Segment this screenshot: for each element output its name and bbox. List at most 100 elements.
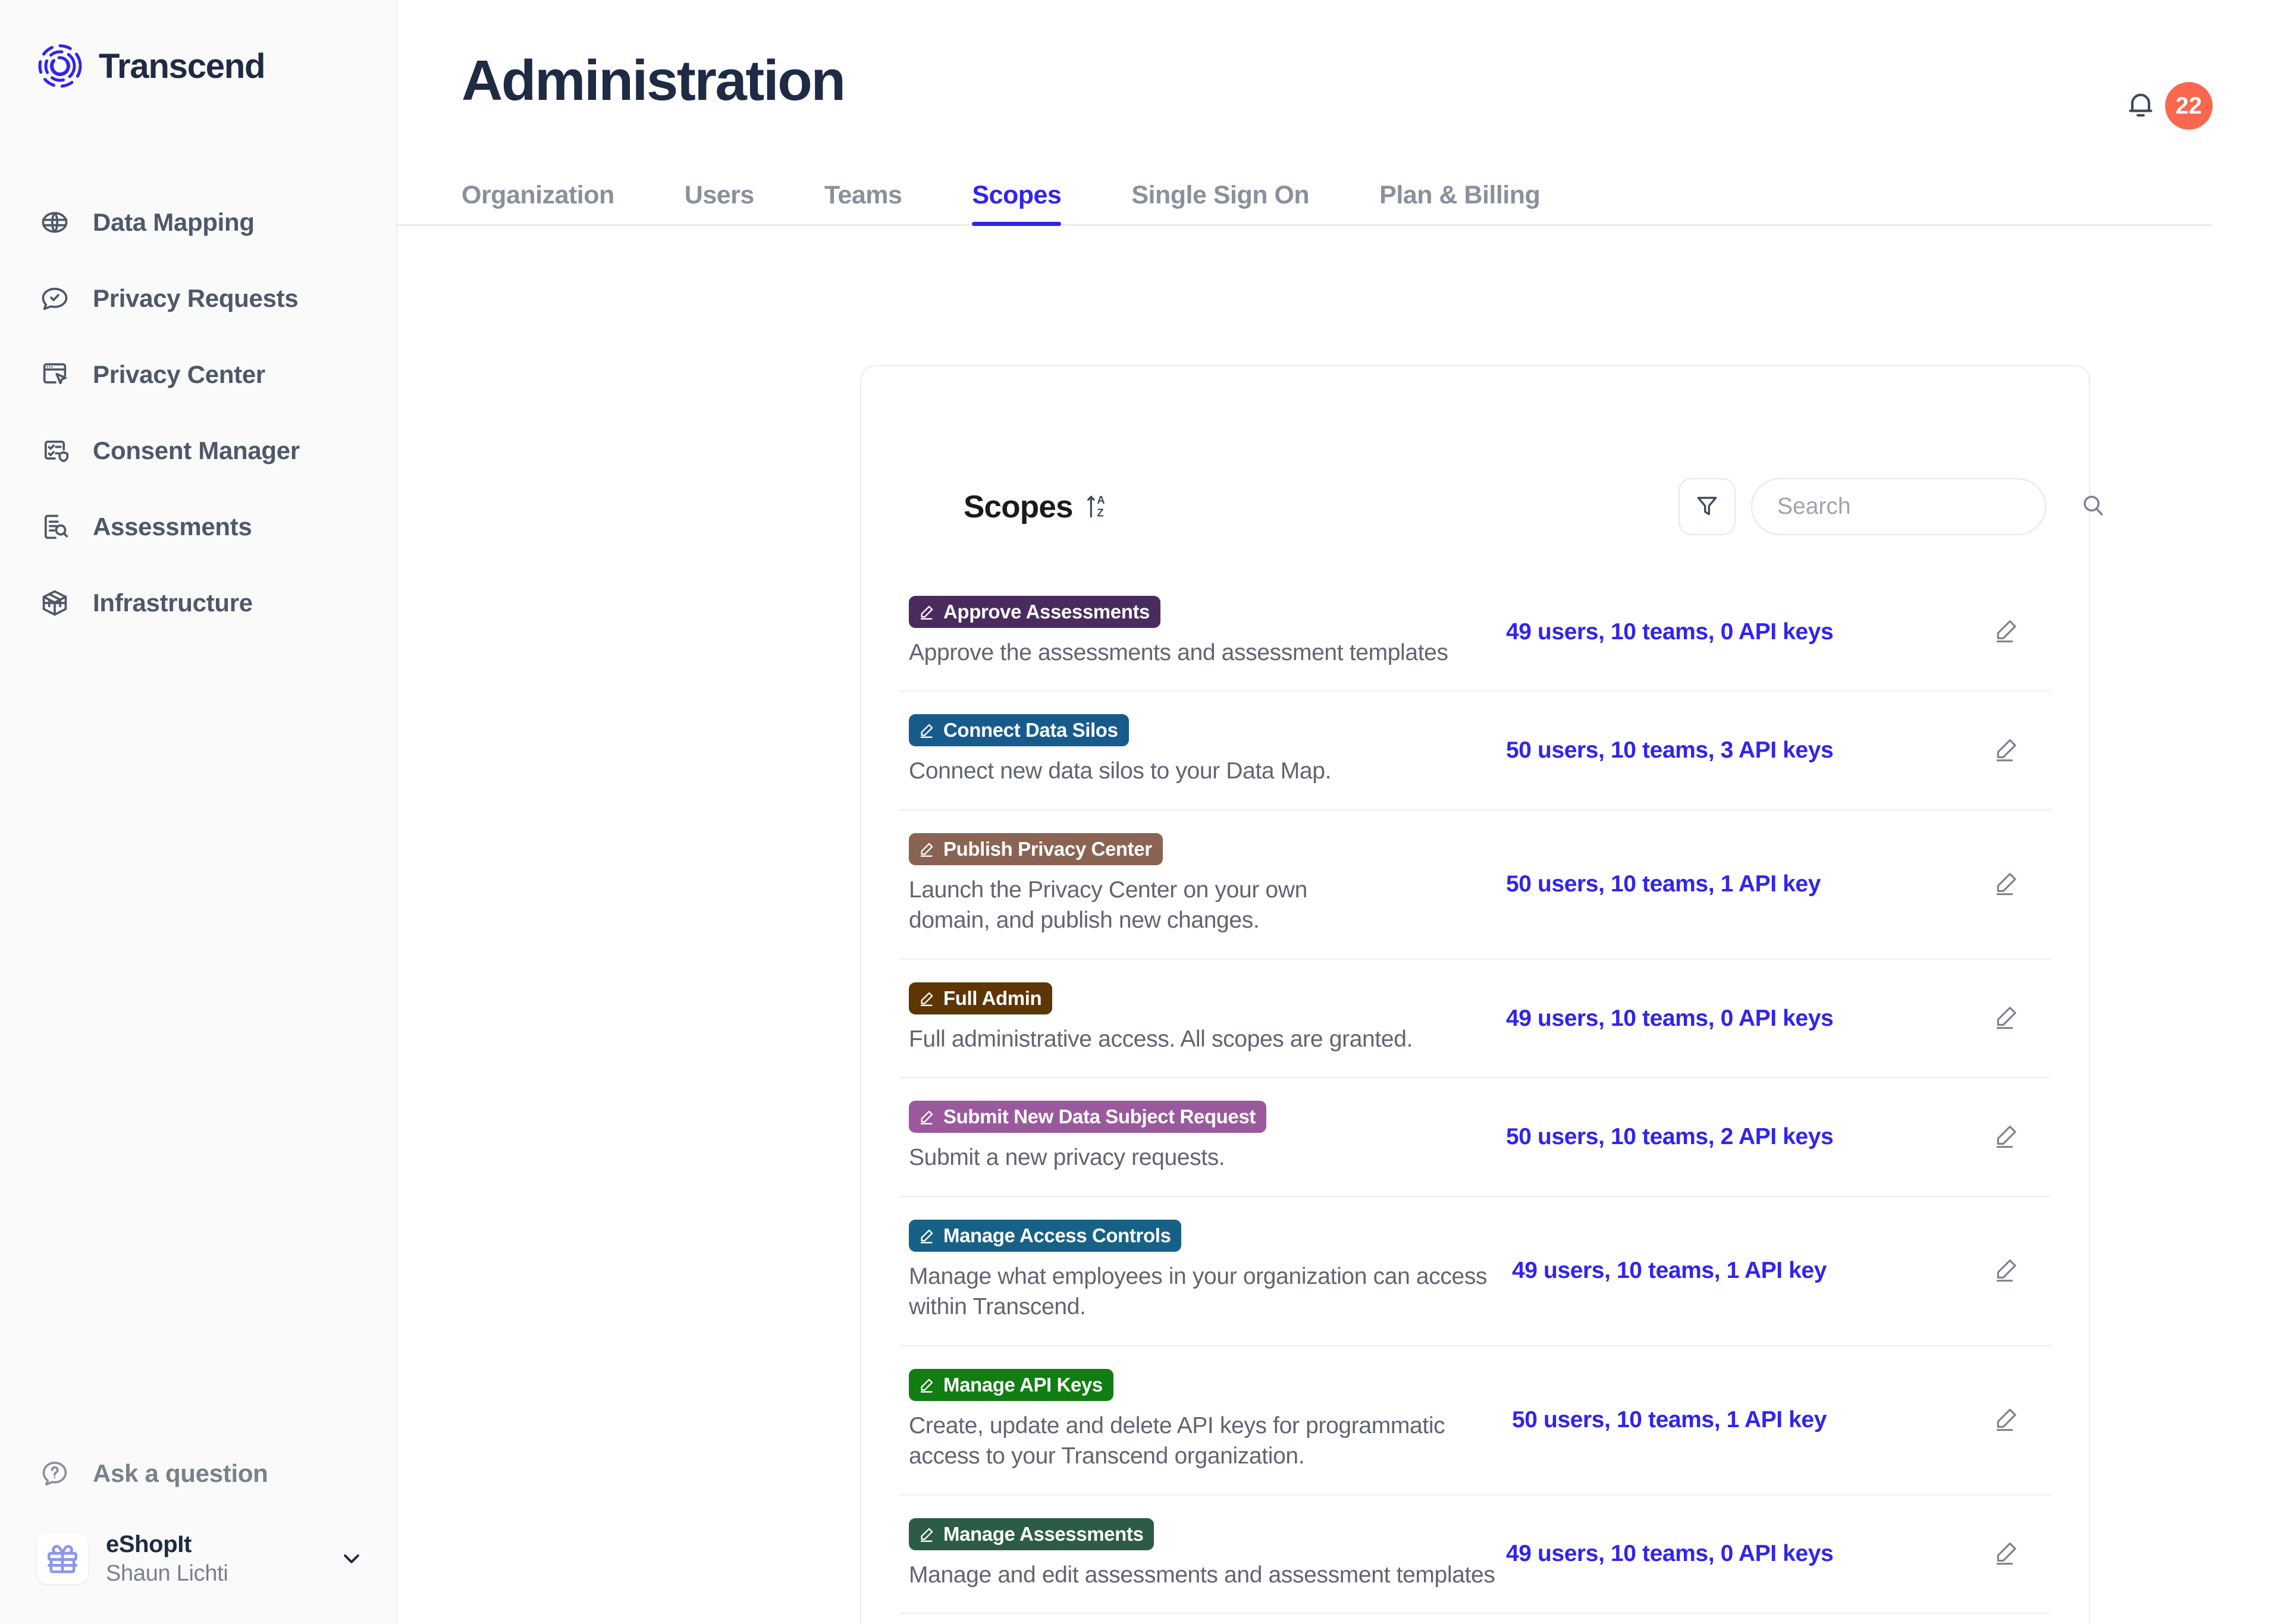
scope-description: Submit a new privacy requests.	[909, 1142, 1498, 1173]
sort-alpha-asc-icon[interactable]: A Z	[1086, 491, 1112, 522]
scope-info: Connect Data Silos Connect new data silo…	[899, 692, 1500, 809]
sidebar-item-label: Privacy Requests	[93, 284, 298, 313]
sidebar-item-privacy-center[interactable]: Privacy Center	[0, 337, 396, 413]
edit-scope-button[interactable]	[1962, 1406, 2051, 1435]
scope-users: 49 users	[1506, 1006, 1598, 1031]
scope-teams: 10 teams	[1611, 737, 1708, 763]
scope-badge[interactable]: Submit New Data Subject Request	[909, 1101, 1266, 1133]
scope-api-keys: 0 API keys	[1721, 619, 1834, 645]
scope-badge-label: Manage Assessments	[943, 1523, 1143, 1546]
edit-scope-button[interactable]	[1962, 1004, 2051, 1033]
scope-badge[interactable]: Connect Data Silos	[909, 714, 1129, 746]
notification-count-badge: 22	[2165, 82, 2213, 130]
search-icon[interactable]	[2080, 492, 2106, 522]
sidebar-item-label: Consent Manager	[93, 436, 300, 465]
table-row[interactable]: Manage API Keys Create, update and delet…	[899, 1345, 2051, 1494]
scope-description: Manage and edit assessments and assessme…	[909, 1560, 1498, 1590]
account-switcher[interactable]: eShopIt Shaun Lichti	[0, 1512, 396, 1624]
search-input[interactable]	[1777, 494, 2080, 520]
browser-cursor-icon	[37, 357, 73, 392]
table-row[interactable]: Publish Privacy Center Launch the Privac…	[899, 809, 2051, 959]
sidebar-item-infrastructure[interactable]: Infrastructure	[0, 565, 396, 641]
scope-stats: 50 users, 10 teams, 3 API keys	[1500, 737, 1962, 764]
funnel-icon	[1694, 492, 1720, 522]
document-search-icon	[37, 509, 73, 545]
scope-badge-label: Full Admin	[943, 987, 1041, 1010]
brand[interactable]: Transcend	[0, 0, 396, 89]
tab-plan-and-billing[interactable]: Plan & Billing	[1379, 181, 1540, 224]
transcend-logo-icon	[37, 43, 83, 89]
notifications[interactable]: 22	[2123, 52, 2213, 130]
scope-api-keys: 0 API keys	[1721, 1006, 1834, 1031]
table-row[interactable]: Connect Data Silos Connect new data silo…	[899, 690, 2051, 809]
table-row[interactable]: Manage Billing Manage billing details fo…	[899, 1613, 2051, 1624]
scope-users: 49 users	[1512, 1258, 1604, 1283]
scope-stats: 49 users, 10 teams, 0 API keys	[1500, 1541, 1962, 1567]
sidebar-item-data-mapping[interactable]: Data Mapping	[0, 184, 396, 260]
tab-scopes[interactable]: Scopes	[972, 181, 1061, 224]
table-row[interactable]: Full Admin Full administrative access. A…	[899, 959, 2051, 1077]
scope-stats: 49 users, 10 teams, 0 API keys	[1500, 1006, 1962, 1032]
cube-icon	[37, 585, 73, 621]
scope-badge[interactable]: Approve Assessments	[909, 596, 1160, 628]
scope-badge[interactable]: Publish Privacy Center	[909, 833, 1163, 865]
scope-badge-label: Manage API Keys	[943, 1374, 1103, 1396]
edit-scope-button[interactable]	[1962, 617, 2051, 646]
table-row[interactable]: Approve Assessments Approve the assessme…	[899, 573, 2051, 690]
main-content: Administration 22 Organization Users Tea…	[397, 0, 2284, 1624]
scopes-title-group: Scopes A Z	[964, 489, 1112, 525]
edit-scope-button[interactable]	[1962, 870, 2051, 899]
chat-check-icon	[37, 281, 73, 316]
scope-users: 49 users	[1506, 1541, 1598, 1566]
scope-stats: 49 users, 10 teams, 1 API key	[1512, 1258, 1962, 1284]
scope-api-keys: 1 API key	[1727, 1258, 1827, 1283]
search-box[interactable]	[1751, 478, 2046, 535]
pencil-edit-icon	[1993, 736, 2019, 765]
chevron-down-icon[interactable]	[338, 1545, 365, 1572]
table-row[interactable]: Submit New Data Subject Request Submit a…	[899, 1077, 2051, 1195]
edit-scope-button[interactable]	[1962, 1257, 2051, 1286]
scope-badge[interactable]: Manage Access Controls	[909, 1220, 1181, 1252]
table-row[interactable]: Manage Assessments Manage and edit asses…	[899, 1494, 2051, 1613]
sidebar-item-assessments[interactable]: Assessments	[0, 489, 396, 565]
sidebar-item-consent-manager[interactable]: Consent Manager	[0, 413, 396, 489]
scope-teams: 10 teams	[1611, 1541, 1708, 1566]
scope-stats: 50 users, 10 teams, 1 API key	[1512, 1407, 1962, 1433]
edit-scope-button[interactable]	[1962, 736, 2051, 765]
pencil-edit-icon	[1993, 1123, 2019, 1152]
ask-a-question-button[interactable]: Ask a question	[0, 1435, 396, 1512]
sidebar-item-label: Assessments	[93, 513, 252, 541]
scope-description: Approve the assessments and assessment t…	[909, 637, 1498, 668]
sidebar-item-privacy-requests[interactable]: Privacy Requests	[0, 260, 396, 337]
scope-description: Manage what employees in your organizati…	[909, 1261, 1510, 1323]
scope-badge[interactable]: Manage API Keys	[909, 1369, 1113, 1401]
admin-tabs: Organization Users Teams Scopes Single S…	[397, 181, 2213, 226]
scope-teams: 10 teams	[1611, 871, 1708, 897]
app-root: Transcend Data Mapping	[0, 0, 2284, 1624]
tab-users[interactable]: Users	[685, 181, 754, 224]
scope-info: Manage Access Controls Manage what emplo…	[899, 1197, 1512, 1345]
page-title: Administration	[462, 52, 845, 109]
scope-info: Full Admin Full administrative access. A…	[899, 960, 1500, 1077]
tab-single-sign-on[interactable]: Single Sign On	[1131, 181, 1309, 224]
scopes-card-tools	[1679, 478, 2046, 535]
tab-organization[interactable]: Organization	[462, 181, 614, 224]
svg-text:A: A	[1097, 494, 1105, 506]
scope-info: Submit New Data Subject Request Submit a…	[899, 1078, 1500, 1195]
table-row[interactable]: Manage Access Controls Manage what emplo…	[899, 1196, 2051, 1345]
bell-icon[interactable]	[2123, 87, 2158, 125]
tab-teams[interactable]: Teams	[824, 181, 902, 224]
page-header: Administration 22	[397, 0, 2284, 130]
scope-users: 50 users	[1506, 871, 1598, 897]
scope-info: Manage API Keys Create, update and delet…	[899, 1346, 1512, 1494]
scope-badge[interactable]: Manage Assessments	[909, 1518, 1154, 1550]
filter-button[interactable]	[1679, 478, 1736, 535]
scope-teams: 10 teams	[1611, 1006, 1708, 1031]
scope-users: 50 users	[1512, 1407, 1604, 1433]
edit-scope-button[interactable]	[1962, 1540, 2051, 1569]
checklist-shield-icon	[37, 433, 73, 469]
scope-badge-label: Connect Data Silos	[943, 719, 1118, 742]
scope-badge[interactable]: Full Admin	[909, 982, 1052, 1014]
edit-scope-button[interactable]	[1962, 1123, 2051, 1152]
scopes-card-header: Scopes A Z	[861, 366, 2089, 535]
